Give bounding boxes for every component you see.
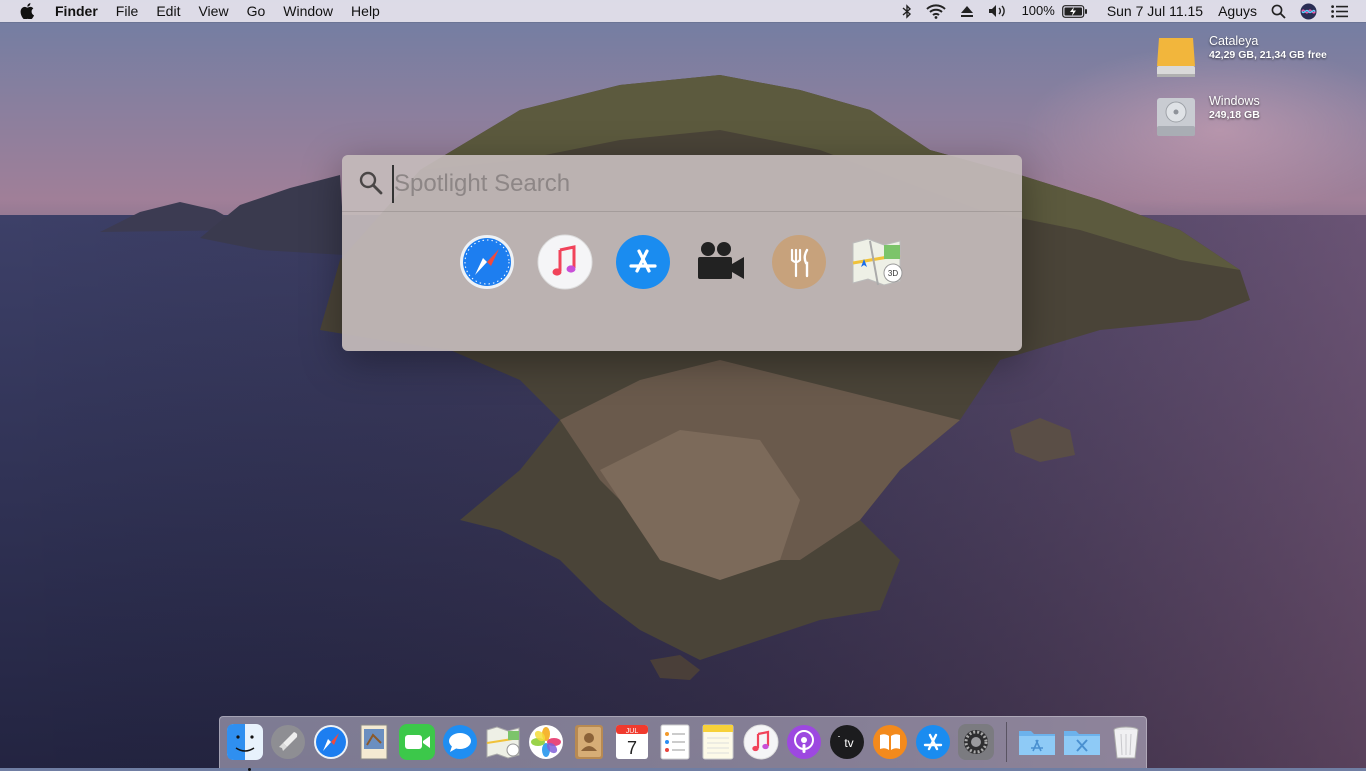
tv-label: tv [844, 736, 853, 750]
utilities-folder-icon[interactable] [1062, 723, 1102, 761]
desktop-drive-windows[interactable]: Windows 249,18 GB [1155, 94, 1260, 140]
drive-info: 249,18 GB [1209, 109, 1260, 121]
apple-menu-icon[interactable] [0, 3, 46, 19]
finder-icon[interactable] [226, 723, 264, 771]
battery-percent[interactable]: 100% [1015, 0, 1062, 22]
spotlight-panel: 3D [342, 155, 1022, 351]
app-store-icon[interactable] [614, 233, 672, 291]
menu-go[interactable]: Go [238, 0, 275, 22]
calendar-month: JUL [626, 728, 639, 735]
podcasts-icon[interactable] [785, 723, 823, 761]
menu-view[interactable]: View [189, 0, 237, 22]
safari-icon[interactable] [312, 723, 350, 761]
user-menu[interactable]: Aguys [1210, 0, 1264, 22]
spotlight-menu-icon[interactable] [1264, 4, 1293, 19]
volume-icon[interactable] [981, 4, 1015, 18]
notes-icon[interactable] [699, 723, 737, 761]
menu-bar: Finder File Edit View Go Window Help 100… [0, 0, 1366, 22]
system-preferences-icon[interactable] [957, 723, 995, 761]
calendar-day: 7 [627, 738, 637, 758]
menu-file[interactable]: File [107, 0, 148, 22]
drive-info: 42,29 GB, 21,34 GB free [1209, 49, 1327, 61]
app-store-icon[interactable] [914, 723, 952, 761]
clock[interactable]: Sun 7 Jul 11.15 [1095, 0, 1210, 22]
airplay-icon[interactable] [953, 4, 981, 18]
contacts-icon[interactable] [570, 723, 608, 761]
external-drive-icon [1157, 38, 1195, 77]
menu-edit[interactable]: Edit [147, 0, 189, 22]
bluetooth-icon[interactable] [895, 3, 919, 19]
music-icon[interactable] [536, 233, 594, 291]
trash-icon[interactable] [1107, 723, 1145, 761]
apple-tv-icon[interactable]: tv [828, 723, 866, 761]
drive-name: Cataleya [1209, 34, 1259, 48]
menu-app-name[interactable]: Finder [46, 0, 107, 22]
dock-separator [1006, 722, 1007, 762]
menu-help[interactable]: Help [342, 0, 389, 22]
photos-icon[interactable] [527, 723, 565, 761]
drive-name: Windows [1209, 94, 1260, 108]
music-icon[interactable] [742, 723, 780, 761]
maps-icon[interactable] [484, 723, 522, 761]
desktop-drive-cataleya[interactable]: Cataleya 42,29 GB, 21,34 GB free [1155, 34, 1327, 80]
messages-icon[interactable] [441, 723, 479, 761]
notification-center-icon[interactable] [1324, 4, 1366, 18]
maps-icon[interactable]: 3D [848, 233, 906, 291]
spotlight-search-input[interactable] [392, 165, 996, 203]
spotlight-suggestions: 3D [458, 233, 926, 291]
facetime-icon[interactable] [398, 723, 436, 761]
svg-text:3D: 3D [888, 269, 898, 278]
launchpad-icon[interactable] [269, 723, 307, 761]
dock: JUL 7 tv [219, 716, 1147, 771]
restaurants-icon[interactable] [770, 233, 828, 291]
reminders-icon[interactable] [656, 723, 694, 761]
siri-icon[interactable] [1293, 3, 1324, 20]
books-icon[interactable] [871, 723, 909, 761]
applications-folder-icon[interactable] [1017, 723, 1057, 761]
mail-icon[interactable] [355, 723, 393, 761]
calendar-icon[interactable]: JUL 7 [613, 723, 651, 761]
safari-icon[interactable] [458, 233, 516, 291]
search-icon [359, 171, 383, 195]
movies-icon[interactable] [692, 233, 750, 291]
menu-window[interactable]: Window [274, 0, 342, 22]
spotlight-search-bar [342, 155, 1022, 212]
hard-drive-icon [1157, 98, 1195, 136]
wifi-icon[interactable] [919, 3, 953, 19]
battery-icon[interactable] [1061, 4, 1095, 18]
